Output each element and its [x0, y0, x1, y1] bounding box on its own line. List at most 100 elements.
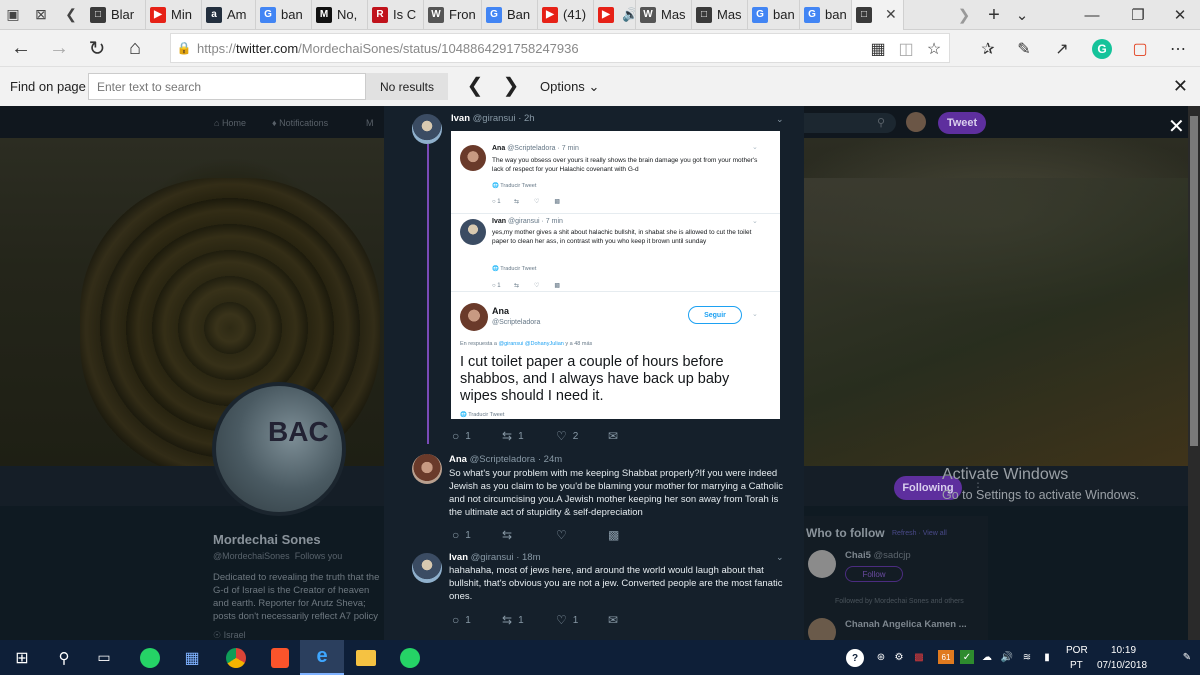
taskbar-file-explorer[interactable]	[344, 640, 388, 675]
tweet-time[interactable]: · 24m	[538, 454, 562, 465]
chevron-down-icon[interactable]: ⌄	[776, 552, 784, 563]
nav-messages[interactable]: M	[366, 118, 374, 128]
reading-view-icon[interactable]: ◫	[896, 39, 916, 59]
onedrive-icon[interactable]: ☁	[980, 650, 994, 664]
more-menu-icon[interactable]: ⋯	[1168, 39, 1188, 59]
nav-home[interactable]: ⌂ Home	[214, 118, 246, 128]
volume-icon[interactable]: 🔊	[1000, 650, 1014, 664]
analytics-button[interactable]: ▩	[608, 528, 625, 542]
browser-tab[interactable]: Gban	[800, 0, 852, 30]
forward-button[interactable]: →	[40, 30, 78, 66]
help-icon[interactable]: ?	[846, 649, 864, 667]
chevron-down-icon[interactable]: ⌄	[776, 114, 784, 125]
speaker-icon[interactable]: 🔊	[622, 7, 635, 23]
home-button[interactable]: ⌂	[116, 30, 154, 66]
suggested-user-name[interactable]: Chai5 @sadcjp	[845, 550, 911, 561]
browser-tab[interactable]: □ ✕	[852, 0, 904, 30]
browser-tab[interactable]: Gban	[748, 0, 800, 30]
tweet-time[interactable]: · 18m	[516, 552, 540, 563]
direct-message-button[interactable]: ✉	[608, 429, 624, 443]
like-button[interactable]: ♡	[556, 528, 573, 542]
profile-handle[interactable]: @MordechaiSones	[213, 551, 290, 561]
minimize-button[interactable]: —	[1072, 0, 1112, 30]
extension-icon[interactable]: ▦	[868, 39, 888, 59]
tweet-time[interactable]: · 2h	[518, 113, 534, 124]
task-view-button[interactable]: ▭	[82, 640, 126, 675]
view-all-link[interactable]: View all	[923, 530, 947, 537]
browser-tab[interactable]: ▶ Min	[146, 0, 202, 30]
shield-icon[interactable]: ▩	[912, 650, 926, 664]
battery-icon[interactable]: ▮	[1040, 650, 1054, 664]
region-indicator[interactable]: PT	[1070, 660, 1083, 671]
tab-preview-icon[interactable]: ▣	[0, 0, 26, 30]
retweet-button[interactable]: ⇆ 1	[502, 613, 524, 627]
search-icon[interactable]: ⚲	[877, 116, 885, 129]
office-icon[interactable]: ▢	[1130, 39, 1150, 59]
favorites-hub-icon[interactable]: ✰	[978, 39, 998, 59]
taskbar-edge[interactable]: e	[300, 640, 344, 675]
browser-tab[interactable]: G Ban	[482, 0, 538, 30]
find-close-button[interactable]: ✕	[1173, 76, 1188, 97]
refresh-link[interactable]: Refresh	[892, 530, 917, 537]
suggested-user-name[interactable]: Chanah Angelica Kamen ...	[845, 619, 967, 630]
avatar[interactable]	[412, 114, 442, 144]
taskbar-whatsapp[interactable]	[128, 640, 172, 675]
retweet-button[interactable]: ⇆	[502, 528, 518, 542]
steam-icon[interactable]: ⚙	[892, 650, 906, 664]
browser-tab[interactable]: Gban	[256, 0, 312, 30]
app-tray-icon[interactable]: 61	[938, 650, 954, 664]
close-window-button[interactable]: ✕	[1160, 0, 1200, 30]
web-note-icon[interactable]: ✎	[1014, 39, 1034, 59]
like-button[interactable]: ♡ 1	[556, 613, 578, 627]
suggested-user-avatar[interactable]	[808, 618, 836, 640]
check-icon[interactable]: ✓	[960, 650, 974, 664]
browser-tab[interactable]: R Is C	[368, 0, 424, 30]
tab-list-icon[interactable]: ⌄	[1002, 0, 1042, 30]
profile-name[interactable]: Mordechai Sones	[213, 532, 321, 547]
browser-tab[interactable]: W Fron	[424, 0, 482, 30]
find-previous-button[interactable]: ❮	[462, 74, 488, 98]
reply-button[interactable]: ○ 1	[452, 528, 471, 542]
browser-tab[interactable]: ▶🔊	[594, 0, 636, 30]
close-tab-icon[interactable]: ✕	[885, 6, 897, 23]
clock-time[interactable]: 10:19	[1111, 645, 1136, 656]
tweet-author-handle[interactable]: @Scripteladora	[470, 454, 536, 465]
refresh-button[interactable]: ↻	[78, 30, 116, 66]
find-options-dropdown[interactable]: Options ⌄	[540, 79, 599, 95]
avatar[interactable]	[412, 553, 442, 583]
bluetooth-icon[interactable]: ⊛	[874, 650, 888, 664]
tweet-author-handle[interactable]: @giransui	[471, 552, 514, 563]
browser-tab[interactable]: ▶ (41)	[538, 0, 594, 30]
nav-notifications[interactable]: ♦ Notifications	[272, 118, 328, 128]
find-next-button[interactable]: ❯	[498, 74, 524, 98]
set-aside-tabs-icon[interactable]: ⊠	[26, 0, 56, 30]
grammarly-icon[interactable]: G	[1092, 39, 1112, 59]
browser-tab[interactable]: □ Mas	[692, 0, 748, 30]
tweet-button[interactable]: Tweet	[938, 112, 986, 134]
browser-tab[interactable]: W Mas	[636, 0, 692, 30]
tweet-author-name[interactable]: Ivan	[451, 113, 470, 124]
profile-avatar[interactable]: BAC	[212, 382, 346, 516]
language-indicator[interactable]: POR	[1066, 645, 1088, 656]
tweet-author-handle[interactable]: @giransui	[473, 113, 516, 124]
tweet-author-name[interactable]: Ana	[449, 454, 467, 465]
browser-tab[interactable]: M No,	[312, 0, 368, 30]
clock-date[interactable]: 07/10/2018	[1097, 660, 1147, 671]
avatar[interactable]	[412, 454, 442, 484]
taskbar-whatsapp-2[interactable]	[388, 640, 432, 675]
tweet-author-name[interactable]: Ivan	[449, 552, 468, 563]
back-button[interactable]: ←	[2, 30, 40, 66]
like-button[interactable]: ♡ 2	[556, 429, 578, 443]
retweet-button[interactable]: ⇆ 1	[502, 429, 524, 443]
browser-tab[interactable]: □ Blar	[86, 0, 146, 30]
browser-tab[interactable]: a Am	[202, 0, 256, 30]
url-bar[interactable]: 🔒 https://twitter.com/MordechaiSones/sta…	[170, 33, 950, 63]
reply-button[interactable]: ○ 1	[452, 429, 471, 443]
action-center-icon[interactable]: ✎	[1180, 650, 1194, 664]
reply-button[interactable]: ○ 1	[452, 613, 471, 627]
suggested-follow-button[interactable]: Follow	[845, 566, 903, 582]
favorite-star-icon[interactable]: ☆	[924, 39, 944, 59]
find-search-input[interactable]	[88, 73, 366, 100]
taskbar-chrome[interactable]	[214, 640, 258, 675]
account-avatar[interactable]	[906, 112, 926, 132]
